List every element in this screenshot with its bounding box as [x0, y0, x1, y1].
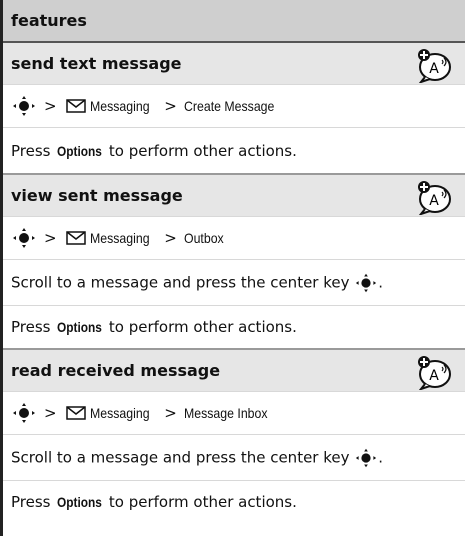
path-separator: >	[164, 404, 177, 422]
path-separator: >	[164, 97, 177, 115]
path-item: Messaging	[89, 405, 150, 421]
path-separator: >	[44, 97, 57, 115]
description-text: Scroll to a message and press the center…	[11, 273, 383, 293]
period: .	[378, 273, 384, 291]
nav-key-icon	[13, 96, 35, 116]
text-segment: to perform other actions.	[104, 493, 297, 511]
feature-title: view sent message	[11, 186, 183, 205]
feature-section: view sent message A > Messaging > Outbox	[3, 175, 465, 348]
envelope-icon	[65, 99, 86, 113]
feature-title-row: read received message	[3, 350, 465, 391]
header-title: features	[11, 11, 87, 30]
path-item: Outbox	[183, 230, 224, 246]
path-item: Messaging	[89, 98, 150, 114]
nav-key-icon	[13, 403, 35, 423]
period: .	[378, 448, 384, 466]
table-header: features	[3, 0, 465, 43]
text-segment: Press	[11, 318, 56, 336]
feature-section: read received message A > Messaging > Me…	[3, 350, 465, 523]
envelope-icon	[65, 231, 86, 245]
options-key-label: Options	[57, 319, 103, 335]
description-line: Press Options to perform other actions.	[3, 127, 465, 173]
svg-text:A: A	[429, 193, 439, 209]
path-separator: >	[164, 229, 177, 247]
features-table: features send text message A > Messaging	[0, 0, 465, 536]
description-line: Scroll to a message and press the center…	[3, 434, 465, 480]
nav-key-icon	[356, 448, 377, 467]
ptt-bubble-icon: A	[418, 181, 451, 215]
svg-text:A: A	[429, 368, 439, 384]
text-segment: Press	[11, 493, 56, 511]
feature-section: send text message A > Messaging > Create…	[3, 43, 465, 173]
ptt-bubble-icon: A	[418, 49, 451, 83]
description-text: Press Options to perform other actions.	[11, 493, 297, 511]
menu-path: > Messaging > Message Inbox	[3, 391, 465, 434]
text-segment: to perform other actions.	[104, 318, 297, 336]
envelope-icon	[65, 406, 86, 420]
feature-title: send text message	[11, 54, 182, 73]
path-item: Message Inbox	[183, 405, 268, 421]
menu-path: > Messaging > Outbox	[3, 216, 465, 259]
feature-title: read received message	[11, 361, 221, 380]
description-text: Press Options to perform other actions.	[11, 318, 297, 336]
text-segment: to perform other actions.	[104, 141, 297, 160]
path-item: Create Message	[183, 98, 275, 114]
description-text: Scroll to a message and press the center…	[11, 448, 383, 468]
path-separator: >	[44, 229, 57, 247]
svg-text:A: A	[429, 61, 439, 77]
feature-title-row: send text message	[3, 43, 465, 84]
path-item: Messaging	[89, 230, 150, 246]
description-text: Press Options to perform other actions.	[11, 142, 297, 160]
feature-title-row: view sent message	[3, 175, 465, 216]
nav-key-icon	[356, 273, 377, 292]
options-key-label: Options	[57, 142, 103, 159]
description-line: Press Options to perform other actions.	[3, 305, 465, 348]
options-key-label: Options	[57, 494, 103, 510]
path-separator: >	[44, 404, 57, 422]
description-line: Scroll to a message and press the center…	[3, 259, 465, 305]
text-segment: Scroll to a message and press the center…	[11, 273, 350, 291]
menu-path: > Messaging > Create Message	[3, 84, 465, 127]
text-segment: Press	[11, 141, 56, 160]
nav-key-icon	[13, 228, 35, 248]
ptt-bubble-icon: A	[418, 356, 451, 390]
text-segment: Scroll to a message and press the center…	[11, 448, 350, 466]
description-line: Press Options to perform other actions.	[3, 480, 465, 523]
